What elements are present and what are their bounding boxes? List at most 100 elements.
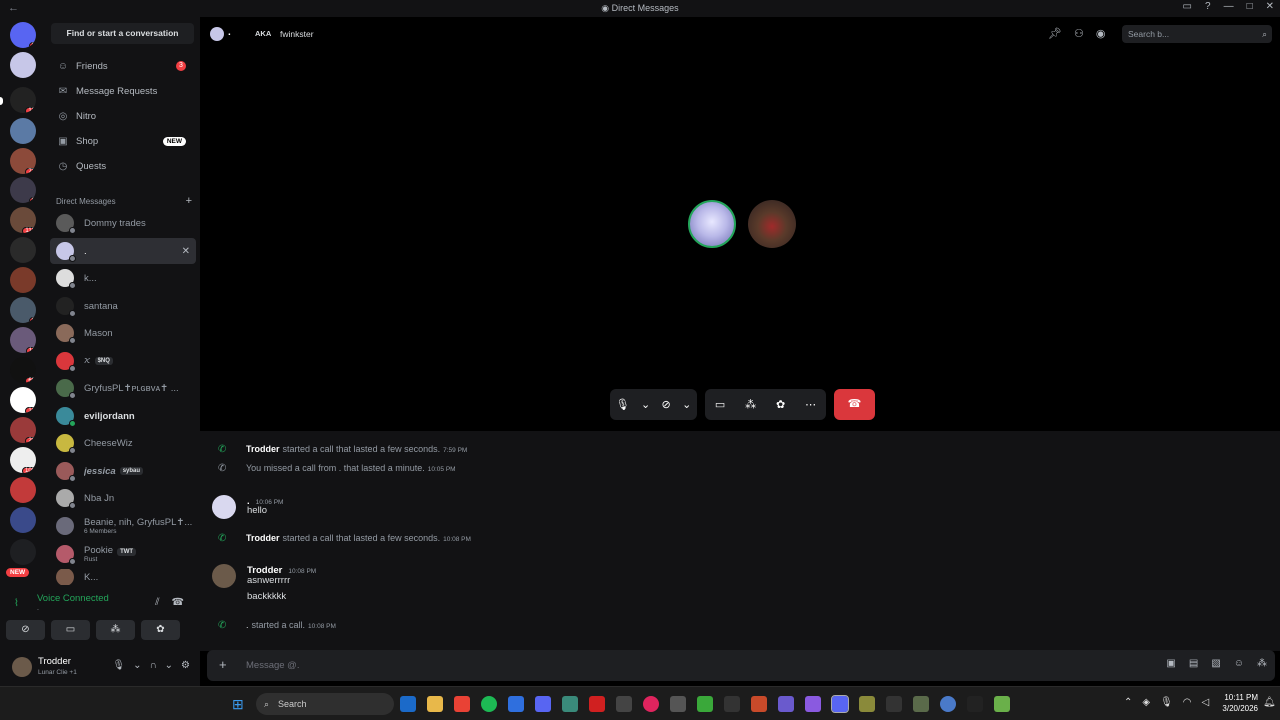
gift-icon[interactable]: ▣ (1166, 658, 1175, 669)
app-icon[interactable] (751, 696, 767, 712)
dm-item[interactable]: Nba Jn (50, 485, 196, 511)
signal-icon[interactable]: ⌇ (14, 598, 19, 609)
dm-item[interactable]: Mason (50, 320, 196, 346)
more-options-icon[interactable]: ⋯ (805, 398, 816, 411)
windows-start-icon[interactable]: ⊞ (232, 697, 247, 712)
app-icon[interactable] (994, 696, 1010, 712)
minimize-button[interactable]: — (1224, 1, 1234, 12)
call-participant-avatar[interactable] (688, 200, 736, 248)
call-participant-avatar[interactable] (748, 200, 796, 248)
server-icon[interactable]: 6 (10, 177, 36, 203)
dm-item[interactable]: K... (50, 569, 196, 585)
app-icon[interactable] (831, 695, 849, 713)
screen-share-icon[interactable]: ▭ (715, 398, 725, 411)
noise-suppression-icon[interactable]: ⫽ (155, 597, 159, 608)
dm-item[interactable]: eviljordann (50, 403, 196, 429)
app-icon[interactable] (481, 696, 497, 712)
server-icon[interactable]: 60 (10, 357, 36, 383)
app-icon[interactable] (643, 696, 659, 712)
server-icon[interactable]: 12 (10, 87, 36, 113)
app-icon[interactable] (454, 696, 470, 712)
message-input-placeholder[interactable]: Message @. (246, 660, 299, 671)
nav-quests[interactable]: ◷ Quests (50, 155, 196, 177)
server-folder[interactable] (10, 539, 36, 565)
close-dm-icon[interactable]: ✕ (182, 246, 190, 257)
search-input[interactable]: Search b... ⌕ (1122, 25, 1272, 43)
message-composer[interactable]: + Message @. ▣ ▤ ▧ ☺ ⁂ (207, 650, 1275, 681)
end-call-button[interactable]: ☎ (834, 389, 875, 420)
disconnect-icon[interactable]: ☎ (172, 597, 184, 608)
camera-off-icon[interactable]: ⊘ (662, 398, 671, 411)
add-friend-icon[interactable]: ⚇ (1074, 27, 1084, 40)
server-icon[interactable] (10, 267, 36, 293)
nav-shop[interactable]: ▣ Shop NEW (50, 130, 196, 152)
server-icon[interactable]: 105 (10, 447, 36, 473)
dm-item-active[interactable]: . ✕ (50, 238, 196, 264)
event-user[interactable]: . (246, 620, 249, 630)
tray-app-icon[interactable]: ◈ (1142, 697, 1150, 708)
message-avatar[interactable] (212, 564, 236, 588)
wifi-icon[interactable]: ◠ (1183, 697, 1192, 708)
user-profile-icon[interactable]: ◉ (1096, 27, 1106, 40)
voice-status-label[interactable]: Voice Connected (37, 593, 109, 604)
server-icon[interactable] (10, 52, 36, 78)
server-icon[interactable]: 118 (10, 207, 36, 233)
server-icon[interactable]: 72 (10, 148, 36, 174)
home-button[interactable]: 3 (10, 22, 36, 48)
nav-friends[interactable]: ☺ Friends 3 (50, 55, 196, 77)
app-icon[interactable] (724, 696, 740, 712)
notification-bell-icon[interactable]: 🔔︎ (1263, 697, 1276, 708)
chevron-down-icon[interactable]: ⌄ (133, 660, 141, 671)
app-icon[interactable] (778, 696, 794, 712)
server-icon[interactable] (10, 118, 36, 144)
microphone-icon[interactable]: 🎙︎ (1160, 697, 1173, 708)
event-user[interactable]: Trodder (246, 444, 280, 454)
gif-icon[interactable]: ▤ (1189, 658, 1198, 669)
camera-off-button[interactable]: ⊘ (6, 620, 45, 640)
dm-item[interactable]: jessica sybau (50, 458, 196, 484)
app-icon[interactable] (913, 696, 929, 712)
app-icon[interactable] (616, 696, 632, 712)
header-username[interactable]: . (228, 27, 231, 38)
taskbar-search[interactable]: ⌕ Search (256, 693, 394, 715)
activities-icon[interactable]: ⁂ (745, 398, 756, 411)
new-badge[interactable]: NEW (6, 568, 30, 577)
app-icon[interactable] (940, 696, 956, 712)
app-icon[interactable] (508, 696, 524, 712)
find-conversation-button[interactable]: Find or start a conversation (51, 23, 194, 44)
chevron-up-icon[interactable]: ⌃ (1124, 697, 1132, 708)
server-icon[interactable]: 11 (10, 327, 36, 353)
dm-item[interactable]: santana (50, 293, 196, 319)
app-icon[interactable] (967, 696, 983, 712)
chevron-down-icon[interactable]: ⌄ (682, 398, 691, 411)
dm-item[interactable]: k... (50, 265, 196, 291)
nav-message-requests[interactable]: ✉ Message Requests (50, 80, 196, 102)
maximize-button[interactable]: □ (1247, 1, 1253, 12)
microphone-icon[interactable]: 🎙︎ (616, 398, 630, 411)
settings-gear-icon[interactable]: ⚙ (181, 660, 190, 671)
app-icon[interactable] (427, 696, 443, 712)
chevron-down-icon[interactable]: ⌄ (641, 398, 650, 411)
server-icon[interactable]: 20 (10, 417, 36, 443)
dm-item[interactable]: Beanie, nih, GryfusPL✝... 6 Members (50, 513, 196, 539)
help-icon[interactable]: ? (1205, 1, 1211, 12)
app-icon[interactable] (805, 696, 821, 712)
close-button[interactable]: ✕ (1266, 1, 1274, 12)
nav-nitro[interactable]: ◎ Nitro (50, 105, 196, 127)
user-avatar[interactable] (12, 657, 32, 677)
dm-item[interactable]: Pookie TWT Rust (50, 541, 196, 567)
emoji-icon[interactable]: ☺ (1234, 658, 1244, 669)
app-icon[interactable] (886, 696, 902, 712)
dm-item[interactable]: CheeseWiz (50, 430, 196, 456)
dm-item[interactable]: ꪎ $NQ (50, 348, 196, 374)
app-icon[interactable] (697, 696, 713, 712)
server-icon[interactable] (10, 237, 36, 263)
chevron-down-icon[interactable]: ⌄ (165, 660, 173, 671)
soundboard-icon[interactable]: ✿ (776, 398, 785, 411)
server-icon[interactable]: 6 (10, 297, 36, 323)
message-avatar[interactable] (212, 495, 236, 519)
headphones-icon[interactable]: ∩ (149, 660, 156, 671)
volume-icon[interactable]: ◁ (1202, 697, 1210, 708)
server-icon[interactable] (10, 477, 36, 503)
dm-item[interactable]: Dommy trades (50, 210, 196, 236)
